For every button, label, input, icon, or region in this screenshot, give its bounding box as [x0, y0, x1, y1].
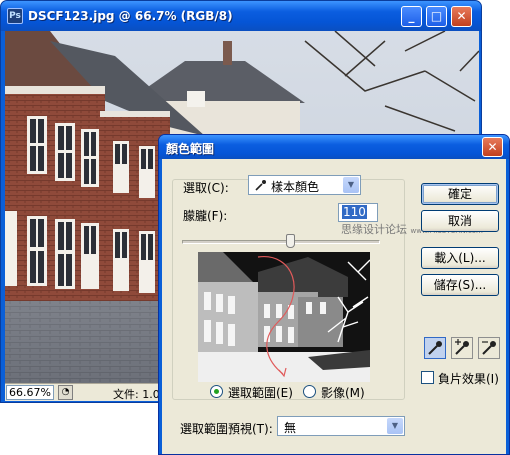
close-button[interactable]: ✕ — [451, 6, 472, 27]
ok-button[interactable]: 確定 — [421, 183, 499, 205]
fuzziness-input[interactable]: 110 — [338, 203, 378, 222]
eyedropper-icon — [255, 180, 266, 191]
document-titlebar[interactable]: Ps DSCF123.jpg @ 66.7% (RGB/8) _ □ ✕ — [1, 1, 481, 31]
selection-preview-label: 選取範圍預視(T): — [180, 422, 273, 436]
chevron-down-icon: ▼ — [387, 418, 403, 434]
dialog-body: 選取(C): 樣本顏色 ▼ 朦朧(F): 110 思缘设计论坛 www.MISS… — [162, 159, 506, 454]
dialog-titlebar[interactable]: 顏色範圍 ✕ — [159, 135, 509, 159]
color-range-dialog: 顏色範圍 ✕ 選取(C): 樣本顏色 ▼ 朦朧(F): 110 思缘设计论坛 w… — [158, 134, 510, 455]
subtract-from-sample-tool-button[interactable] — [478, 337, 500, 359]
select-value: 樣本顏色 — [271, 180, 320, 194]
status-menu-icon[interactable]: ◔ — [58, 385, 73, 400]
dialog-close-button[interactable]: ✕ — [482, 137, 503, 157]
invert-label: 負片效果(I) — [438, 372, 499, 386]
fuzziness-label: 朦朧(F): — [183, 209, 228, 223]
minimize-button[interactable]: _ — [401, 6, 422, 27]
selection-preview-value: 無 — [284, 421, 297, 435]
selection-preview-dropdown[interactable]: 無 ▼ — [277, 416, 405, 436]
add-to-sample-tool-button[interactable] — [451, 337, 473, 359]
fuzziness-slider[interactable] — [182, 240, 380, 244]
load-button[interactable]: 載入(L)... — [421, 247, 499, 269]
fuzziness-value: 110 — [342, 205, 367, 219]
eyedropper-icon — [428, 341, 442, 355]
selection-preview[interactable] — [198, 252, 370, 382]
radio-image[interactable] — [303, 385, 316, 398]
radio-selection[interactable] — [210, 385, 223, 398]
save-button[interactable]: 儲存(S)... — [421, 274, 499, 296]
cancel-button[interactable]: 取消 — [421, 210, 499, 232]
slider-thumb[interactable] — [286, 234, 296, 248]
maximize-button[interactable]: □ — [426, 6, 447, 27]
file-info-text: 文件: 1.0 — [113, 388, 160, 401]
invert-checkbox[interactable] — [421, 371, 434, 384]
zoom-field[interactable]: 66.67% — [6, 385, 54, 400]
chevron-down-icon: ▼ — [343, 177, 359, 193]
eyedropper-plus-icon — [455, 339, 469, 355]
preview-image — [198, 252, 370, 382]
radio-image-label: 影像(M) — [321, 386, 365, 400]
radio-selection-label: 選取範圍(E) — [228, 386, 293, 400]
eyedropper-tool-button[interactable] — [424, 337, 446, 359]
photoshop-icon: Ps — [7, 8, 23, 24]
select-label: 選取(C): — [183, 181, 229, 195]
dialog-title: 顏色範圍 — [166, 142, 215, 156]
document-title: DSCF123.jpg @ 66.7% (RGB/8) — [28, 9, 233, 23]
select-dropdown[interactable]: 樣本顏色 ▼ — [248, 175, 361, 195]
eyedropper-minus-icon — [482, 341, 496, 355]
